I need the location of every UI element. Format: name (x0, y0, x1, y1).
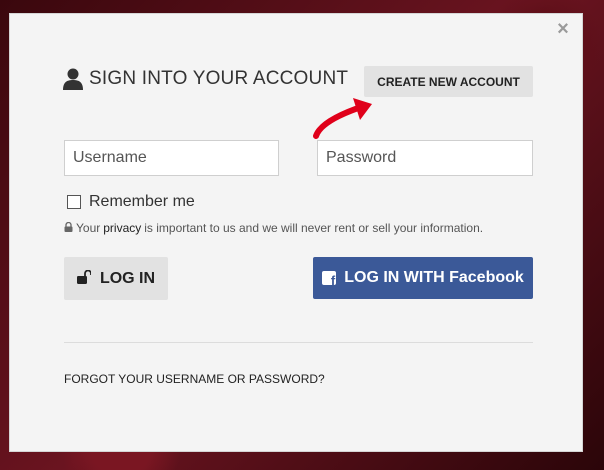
remember-me-checkbox[interactable] (67, 195, 81, 209)
facebook-login-label: LOG IN WITH Facebook (344, 269, 524, 286)
close-icon[interactable]: × (554, 19, 572, 39)
privacy-notice: Your privacy is important to us and we w… (64, 221, 483, 235)
facebook-login-button[interactable]: LOG IN WITH Facebook (313, 257, 533, 299)
forgot-credentials-link[interactable]: FORGOT YOUR USERNAME OR PASSWORD? (64, 372, 325, 386)
divider (64, 342, 533, 343)
login-modal: × SIGN INTO YOUR ACCOUNT CREATE NEW ACCO… (9, 13, 583, 452)
lock-icon (64, 221, 73, 235)
annotation-arrow (313, 98, 372, 139)
create-account-button[interactable]: CREATE NEW ACCOUNT (364, 66, 533, 97)
user-icon (63, 68, 83, 90)
password-input[interactable] (317, 140, 533, 176)
unlock-icon (76, 269, 92, 287)
page-title: SIGN INTO YOUR ACCOUNT (89, 68, 349, 89)
privacy-text-after: is important to us and we will never ren… (144, 221, 484, 235)
privacy-link[interactable]: privacy (103, 221, 141, 235)
modal-heading: SIGN INTO YOUR ACCOUNT (63, 68, 348, 90)
remember-me-label: Remember me (89, 193, 195, 210)
remember-me-row[interactable]: Remember me (67, 193, 195, 211)
privacy-text-before: Your (76, 221, 101, 235)
login-button[interactable]: LOG IN (64, 257, 168, 300)
facebook-icon (322, 271, 337, 287)
username-input[interactable] (64, 140, 279, 176)
login-button-label: LOG IN (99, 269, 156, 287)
